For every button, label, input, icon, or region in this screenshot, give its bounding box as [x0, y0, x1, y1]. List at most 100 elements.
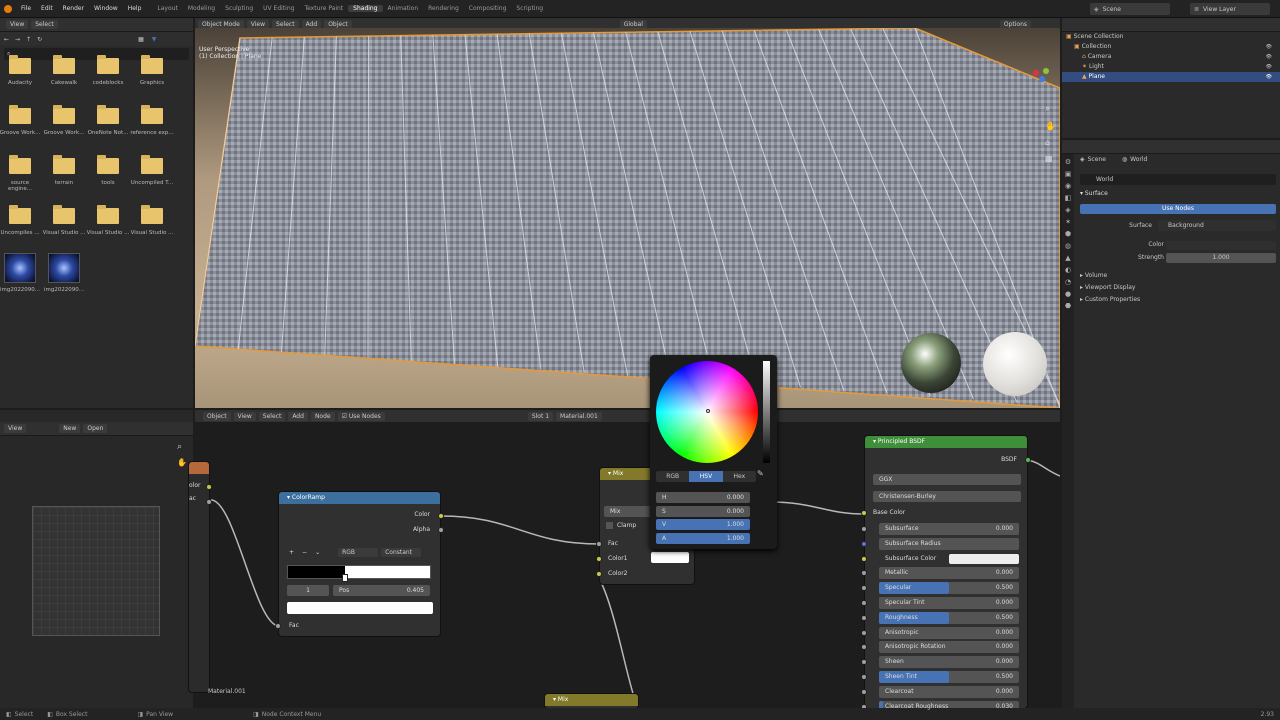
file-select-menu[interactable]: Select: [31, 20, 58, 29]
mix-bottom-header[interactable]: ▾ Mix: [545, 694, 638, 706]
add-stop-icon[interactable]: +: [289, 549, 294, 556]
image-new-button[interactable]: New: [59, 424, 81, 433]
world-name-field[interactable]: World: [1096, 176, 1113, 183]
bsdf-prop-field[interactable]: Subsurface Color: [879, 553, 1019, 565]
bsdf-prop-field[interactable]: Subsurface Radius: [879, 537, 1019, 550]
image-canvas[interactable]: [32, 506, 160, 636]
bsdf-prop-socket[interactable]: [861, 659, 867, 666]
color-wheel-cursor[interactable]: [706, 409, 710, 413]
image-file-item[interactable]: img2022090...: [42, 253, 86, 293]
tab-hex[interactable]: Hex: [723, 473, 756, 480]
bsdf-prop-field[interactable]: Metallic 0.000: [879, 567, 1019, 580]
bsdf-prop-field[interactable]: Specular Tint 0.000: [879, 597, 1019, 609]
ramp-interpolation[interactable]: Constant: [381, 548, 422, 557]
visibility-eye-icon[interactable]: 👁: [1266, 52, 1272, 62]
file-item[interactable]: codeblocks: [86, 55, 130, 86]
tab-modeling[interactable]: Modeling: [183, 5, 220, 12]
mix-color1-swatch[interactable]: [651, 552, 689, 563]
value-slider[interactable]: [763, 361, 770, 463]
file-item[interactable]: Uncompiles ...: [0, 205, 42, 236]
file-item[interactable]: Groove Work...: [0, 105, 42, 136]
bsdf-prop-socket[interactable]: [861, 629, 867, 636]
file-item[interactable]: Visual Studio ...: [42, 205, 86, 236]
tab-rendering[interactable]: Rendering: [423, 5, 464, 12]
visibility-eye-icon[interactable]: 👁: [1266, 62, 1272, 72]
outliner-item[interactable]: ▣ Collection 👁: [1062, 42, 1280, 52]
ramp-pos-field[interactable]: Pos 0.405: [333, 585, 430, 596]
colorramp-color-socket[interactable]: [438, 513, 444, 519]
principled-bsdf-node[interactable]: ▾ Principled BSDF BSDF GGX Christensen-B…: [861, 436, 1031, 713]
colorramp-node[interactable]: ▾ ColorRamp Color Alpha + − ⌄ RGB Consta…: [275, 492, 444, 636]
back-icon[interactable]: ←: [4, 36, 9, 43]
bsdf-prop-field[interactable]: Clearcoat 0.000: [879, 685, 1019, 698]
pan-hand-icon[interactable]: ✋: [1045, 122, 1056, 132]
zoom-icon[interactable]: ⌕: [1045, 104, 1050, 114]
menu-window[interactable]: Window: [89, 5, 123, 12]
bsdf-prop-field[interactable]: Subsurface 0.000: [879, 523, 1019, 535]
hsv-field[interactable]: S 0.000: [656, 505, 750, 517]
surface-shader-field[interactable]: Background: [1158, 220, 1276, 231]
tab-layout[interactable]: Layout: [152, 5, 182, 12]
bsdf-prop-field[interactable]: Roughness 0.500: [879, 611, 1019, 624]
file-item[interactable]: tools: [86, 155, 130, 186]
colorramp-alpha-socket[interactable]: [438, 527, 444, 533]
scene-selector[interactable]: ◈ Scene: [1090, 3, 1170, 15]
volume-section[interactable]: ▸ Volume: [1080, 270, 1140, 282]
hsv-field[interactable]: H 0.000: [656, 492, 750, 503]
mix-color1-socket[interactable]: [596, 556, 602, 562]
base-color-socket[interactable]: [861, 510, 867, 516]
bsdf-prop-socket[interactable]: [861, 600, 867, 606]
mix-node-bottom[interactable]: ▾ Mix: [545, 694, 638, 708]
tab-rgb[interactable]: RGB: [656, 473, 689, 480]
mix-fac-socket[interactable]: [596, 541, 602, 547]
image-open-button[interactable]: Open: [83, 424, 108, 433]
tab-hsv[interactable]: HSV: [689, 471, 723, 482]
menu-help[interactable]: Help: [123, 5, 147, 12]
file-item[interactable]: OneNote Not...: [86, 105, 130, 136]
image-view-menu[interactable]: View: [4, 424, 27, 433]
ramp-menu-icon[interactable]: ⌄: [315, 549, 320, 556]
bsdf-prop-socket[interactable]: [861, 614, 867, 621]
bsdf-prop-socket[interactable]: [861, 555, 867, 562]
view-layer-selector[interactable]: ≣ View Layer: [1190, 3, 1270, 15]
ramp-stop-handle[interactable]: [342, 574, 348, 582]
strength-field[interactable]: 1.000: [1166, 253, 1276, 263]
file-item[interactable]: Audacity: [0, 55, 42, 86]
menu-render[interactable]: Render: [58, 5, 89, 12]
hsv-field[interactable]: A 1.000: [656, 532, 750, 544]
navigation-gizmo[interactable]: [1031, 64, 1051, 84]
bsdf-output-socket[interactable]: [1025, 457, 1031, 463]
tab-uv-editing[interactable]: UV Editing: [258, 5, 299, 12]
file-item[interactable]: Visual Studio ...: [86, 205, 130, 236]
partial-fac-socket[interactable]: [206, 499, 212, 505]
refresh-icon[interactable]: ↻: [37, 36, 42, 43]
partial-node-left[interactable]: olor ac: [189, 462, 212, 692]
mix-color2-socket[interactable]: [596, 571, 602, 577]
use-nodes-button[interactable]: Use Nodes: [1080, 204, 1276, 214]
subsurface-method-dropdown[interactable]: Christensen-Burley: [873, 491, 1021, 502]
display-mode-icon[interactable]: ▦: [138, 36, 144, 43]
file-view-menu[interactable]: View: [6, 20, 29, 29]
colorramp-header[interactable]: ▾ ColorRamp: [279, 492, 440, 504]
colorramp-fac-socket[interactable]: [275, 623, 281, 629]
tab-texture-paint[interactable]: Texture Paint: [299, 5, 348, 12]
camera-view-icon[interactable]: ⌂: [1045, 138, 1050, 147]
mix-blend-dropdown[interactable]: Mix: [604, 506, 654, 517]
bsdf-prop-socket[interactable]: [861, 570, 867, 577]
filter-icon[interactable]: ▼: [152, 36, 157, 43]
node-editor[interactable]: Object View Select Add Node ☑ Use Nodes …: [189, 355, 1060, 713]
visibility-eye-icon[interactable]: 👁: [1266, 42, 1272, 52]
image-zoom-icon[interactable]: ⌕: [177, 442, 182, 452]
outliner-item[interactable]: ⌂ Camera 👁: [1062, 52, 1280, 62]
world-datablock[interactable]: World: [1080, 174, 1276, 185]
tab-scripting[interactable]: Scripting: [511, 5, 548, 12]
remove-stop-icon[interactable]: −: [302, 549, 307, 556]
file-item[interactable]: Cakewalk: [42, 55, 86, 86]
color-picker-popup[interactable]: RGB HSV Hex ✎ H 0.000 S 0.000 V 1.000 A 1.000: [650, 355, 777, 549]
distribution-dropdown[interactable]: GGX: [873, 474, 1021, 485]
visibility-eye-icon[interactable]: 👁: [1266, 72, 1272, 82]
world-tab[interactable]: World: [1130, 156, 1147, 163]
ramp-stop-color[interactable]: [287, 602, 433, 614]
bsdf-prop-field[interactable]: Anisotropic Rotation 0.000: [879, 641, 1019, 654]
partial-color-socket[interactable]: [206, 484, 212, 490]
